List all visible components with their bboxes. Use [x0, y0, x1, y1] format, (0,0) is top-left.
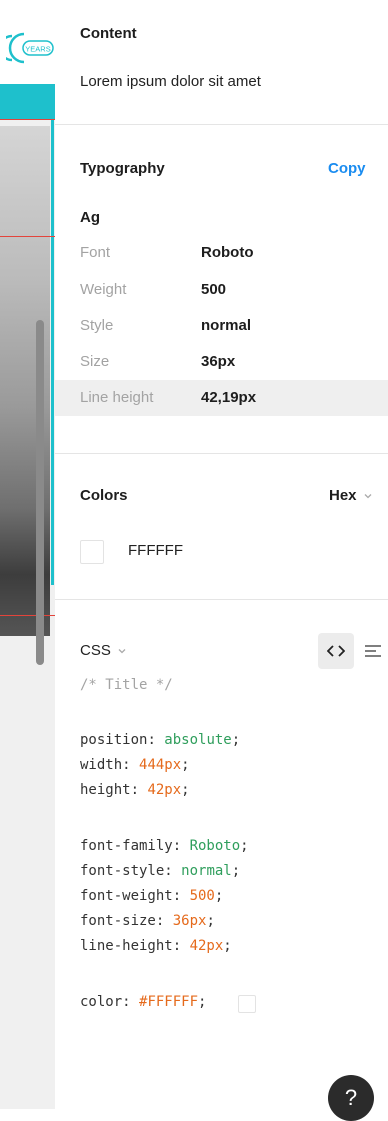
guide-line: [0, 236, 55, 237]
code-view-button[interactable]: [318, 633, 354, 669]
css-line: width: 444px;: [80, 757, 190, 773]
colors-section-title: Colors: [80, 487, 128, 504]
teal-edge: [51, 120, 54, 585]
svg-text:YEARS: YEARS: [25, 45, 50, 54]
line-height-label: Line height: [80, 389, 154, 406]
css-line: position: absolute;: [80, 732, 241, 748]
css-line: font-family: Roboto;: [80, 838, 249, 854]
css-line: height: 42px;: [80, 782, 190, 798]
inspect-panel: Content Lorem ipsum dolor sit amet Typog…: [55, 0, 388, 1121]
canvas-scrollbar[interactable]: [36, 320, 44, 665]
css-value: #FFFFFF: [139, 994, 199, 1010]
weight-value[interactable]: 500: [201, 281, 226, 298]
css-property: font-weight: [80, 888, 173, 904]
color-format-dropdown[interactable]: Hex: [329, 487, 373, 504]
css-line: color: #FFFFFF;: [80, 994, 215, 1010]
css-value: 444px: [139, 757, 182, 773]
css-property: color: [80, 994, 123, 1010]
chevron-down-icon: [364, 493, 371, 498]
css-value: absolute: [164, 732, 232, 748]
divider: [55, 599, 388, 600]
css-value: 500: [189, 888, 215, 904]
help-label: ?: [344, 1085, 358, 1110]
guide-line: [0, 615, 55, 616]
css-property: height: [80, 782, 131, 798]
divider: [55, 453, 388, 454]
canvas-preview[interactable]: YEARS: [0, 0, 55, 1109]
css-property: width: [80, 757, 123, 773]
color-swatch[interactable]: [80, 540, 104, 564]
help-button[interactable]: ?: [328, 1075, 374, 1121]
chevron-down-icon: [118, 648, 126, 653]
weight-label: Weight: [80, 281, 127, 298]
css-property: font-style: [80, 863, 165, 879]
css-property: position: [80, 732, 148, 748]
css-value: 36px: [172, 913, 207, 929]
align-lines-icon: [365, 645, 381, 657]
css-line: font-size: 36px;: [80, 913, 215, 929]
css-line: line-height: 42px;: [80, 938, 232, 954]
color-format-label: Hex: [329, 487, 357, 504]
line-height-value[interactable]: 42,19px: [201, 389, 256, 406]
css-comment: /* Title */: [80, 677, 173, 693]
size-label: Size: [80, 353, 110, 370]
code-language-dropdown[interactable]: CSS: [80, 642, 127, 659]
code-language-label: CSS: [80, 642, 111, 659]
anniversary-logo: YEARS: [6, 32, 54, 64]
style-value[interactable]: normal: [201, 317, 251, 334]
guide-line: [0, 119, 55, 120]
css-value: Roboto: [189, 838, 241, 854]
divider: [55, 124, 388, 125]
css-value: 42px: [189, 938, 224, 954]
css-color-swatch[interactable]: [238, 995, 256, 1013]
css-property: font-size: [80, 913, 156, 929]
typography-section-title: Typography: [80, 160, 165, 177]
css-value: 42px: [147, 782, 182, 798]
size-value[interactable]: 36px: [201, 353, 235, 370]
list-view-button[interactable]: [355, 633, 388, 669]
code-icon: [327, 645, 345, 657]
font-label: Font: [80, 244, 111, 261]
color-hex-value[interactable]: FFFFFF: [128, 542, 183, 559]
copy-button[interactable]: Copy: [328, 160, 366, 177]
content-value[interactable]: Lorem ipsum dolor sit amet: [80, 73, 261, 90]
css-property: line-height: [80, 938, 173, 954]
css-line: font-weight: 500;: [80, 888, 224, 904]
css-line: font-style: normal;: [80, 863, 241, 879]
content-section-title: Content: [80, 25, 137, 42]
typeface-sample: Ag: [80, 209, 100, 226]
font-value[interactable]: Roboto: [201, 244, 253, 261]
teal-banner: [0, 84, 55, 120]
style-label: Style: [80, 317, 114, 334]
css-value: normal: [181, 863, 232, 879]
css-property: font-family: [80, 838, 173, 854]
